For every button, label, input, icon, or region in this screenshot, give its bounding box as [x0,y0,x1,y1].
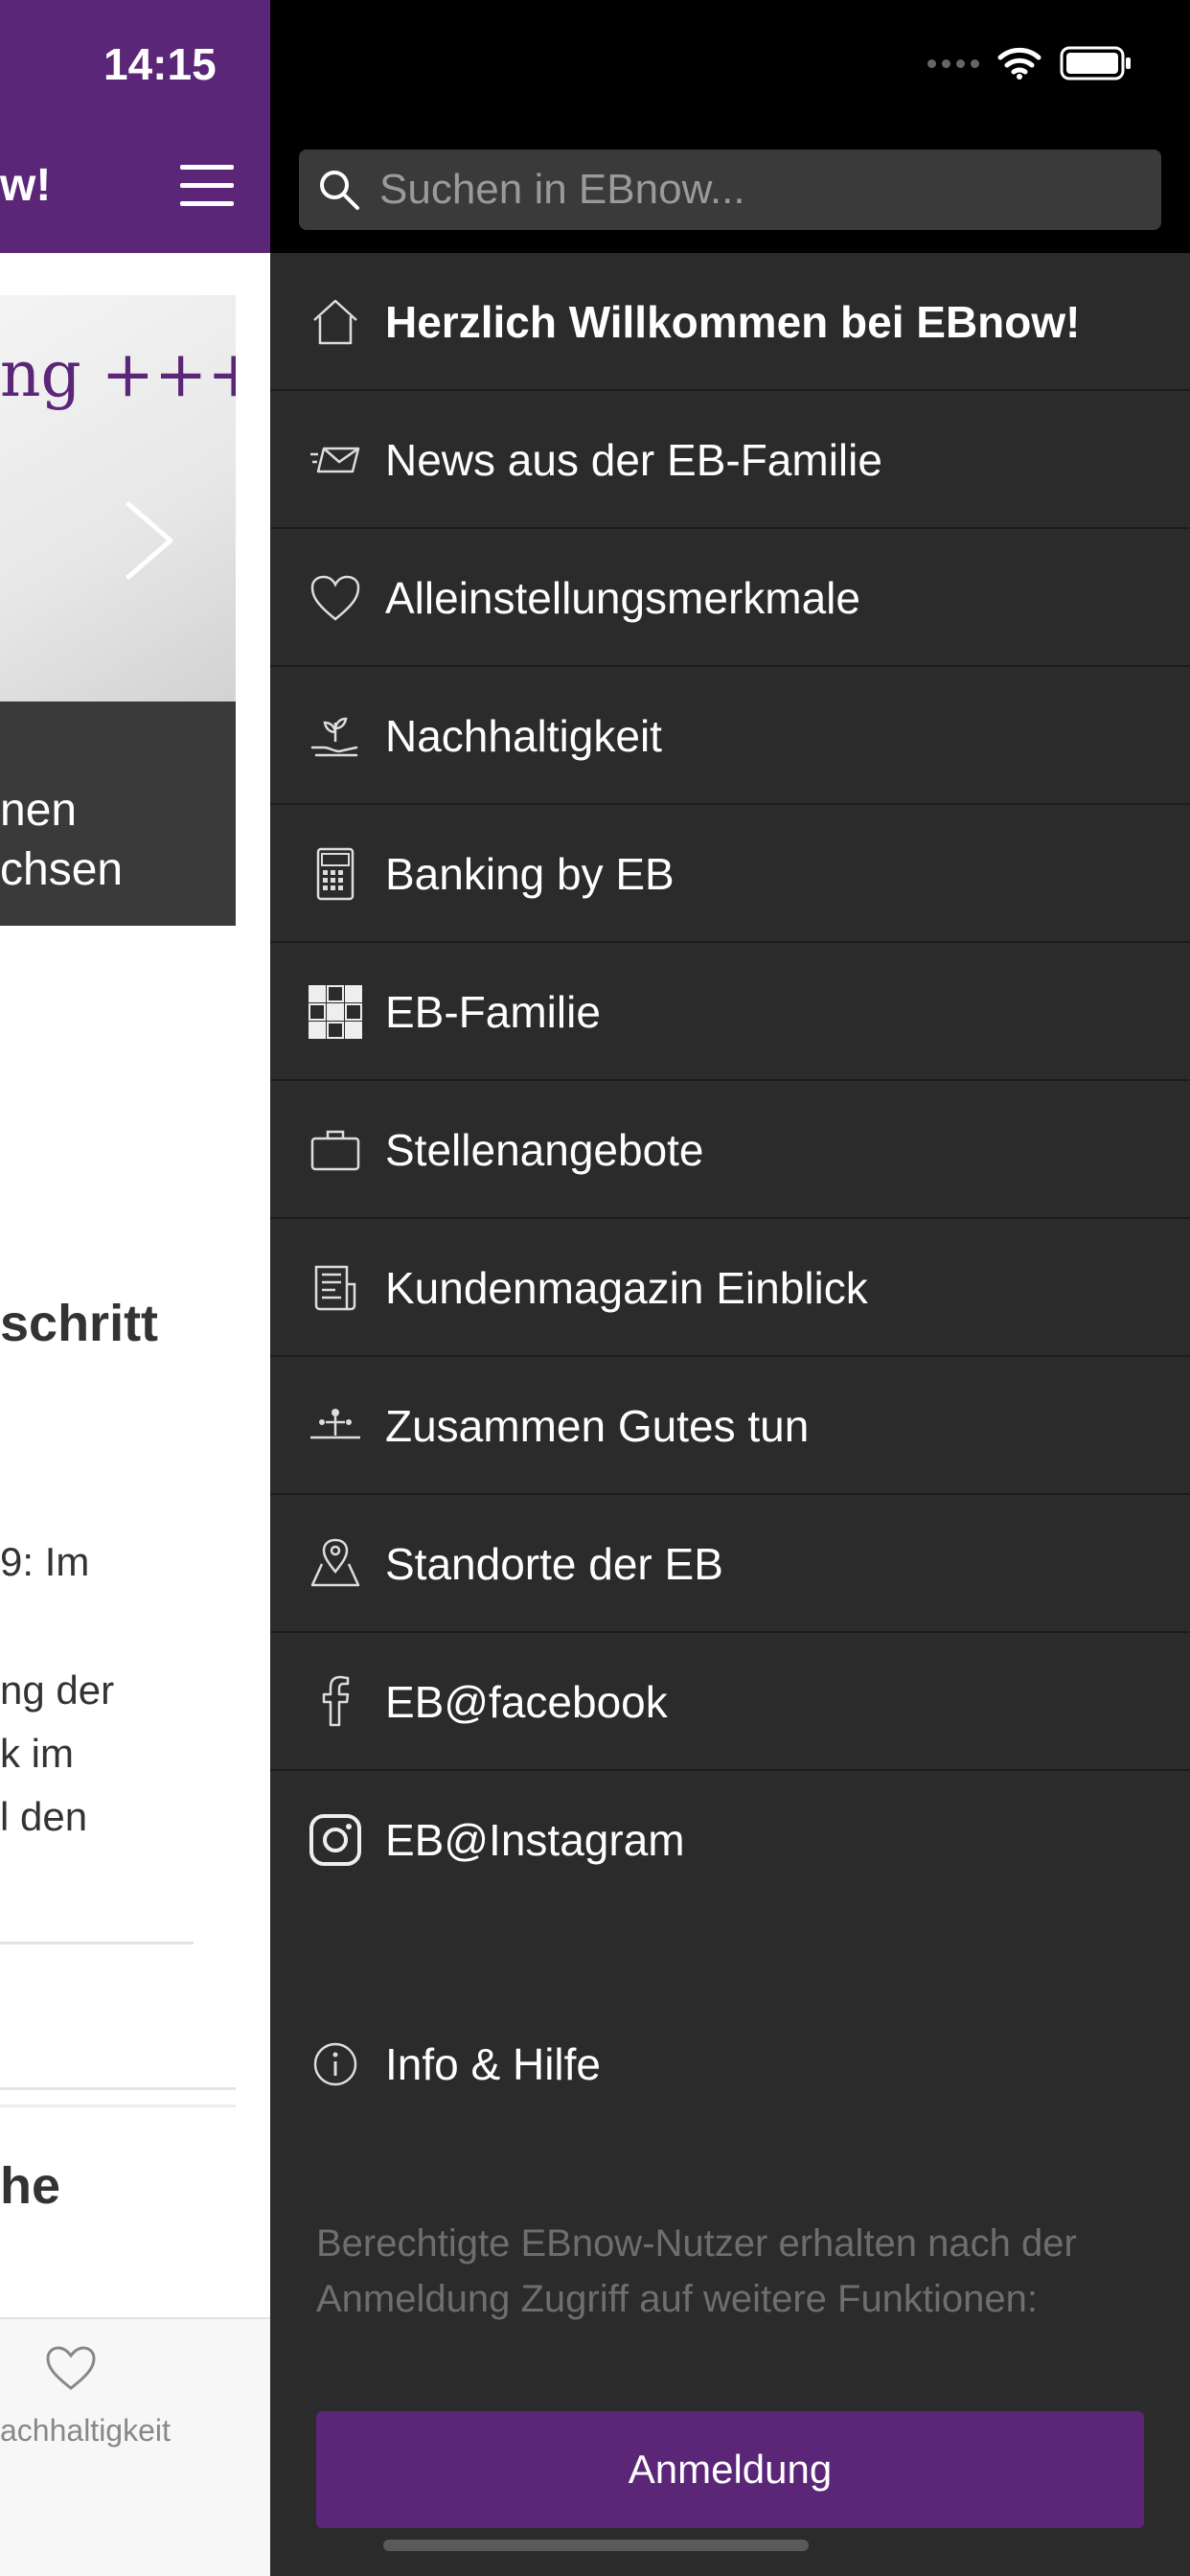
instagram-icon [309,1814,361,1866]
menu-item-kundenmagazin[interactable]: Kundenmagazin Einblick [270,1219,1190,1357]
search-box[interactable] [299,150,1161,230]
tab-label-nachhaltigkeit[interactable]: achhaltigkeit [0,2413,171,2449]
menu-item-eb-familie[interactable]: EB-Familie [270,943,1190,1081]
divider [0,2087,236,2090]
login-button[interactable]: Anmeldung [316,2411,1144,2528]
search-icon [320,171,359,210]
map-pin-icon [310,1538,360,1587]
news-banner[interactable]: ng +++ F [0,295,236,702]
status-time: 14:15 [103,39,217,89]
home-icon [313,299,357,345]
menu-item-stellenangebote[interactable]: Stellenangebote [270,1081,1190,1219]
divider [0,2104,236,2107]
menu-item-label: EB-Familie [385,987,601,1037]
menu-item-instagram[interactable]: EB@Instagram [270,1771,1190,1909]
plant-hand-icon [310,717,358,757]
article-text-line: l den [0,1794,88,1839]
briefcase-icon [310,1130,360,1171]
drawer-header [270,0,1190,253]
article-text-line: k im [0,1731,74,1776]
info-icon [313,2042,357,2086]
community-icon [310,1409,360,1439]
menu-item-zusammen-gutes-tun[interactable]: Zusammen Gutes tun [270,1357,1190,1495]
envelope-icon [310,447,360,473]
menu-item-info-hilfe[interactable]: Info & Hilfe [270,1995,1190,2133]
login-hint-text: Berechtigte EBnow-Nutzer erhalten nach d… [316,2222,1077,2320]
article-text-line: ng der [0,1668,115,1713]
menu-item-alleinstellung[interactable]: Alleinstellungsmerkmale [270,529,1190,667]
menu-item-label: Info & Hilfe [385,2039,601,2089]
menu-item-nachhaltigkeit[interactable]: Nachhaltigkeit [270,667,1190,805]
banner-caption-line: chsen [0,844,124,895]
heart-icon [310,575,360,621]
calculator-icon [316,847,355,901]
menu-item-label: Herzlich Willkommen bei EBnow! [385,297,1081,347]
status-icons [927,44,1133,82]
menu-item-standorte[interactable]: Standorte der EB [270,1495,1190,1633]
app-title-fragment: w! [0,160,52,211]
article-heading: schritt [0,1295,159,1352]
menu-item-label: Banking by EB [385,849,675,899]
magazine-icon [314,1265,356,1311]
article-text-line: 9: Im [0,1539,90,1584]
menu-item-label: News aus der EB-Familie [385,435,882,485]
chevron-right-icon[interactable] [123,500,176,581]
heart-icon[interactable] [44,2344,98,2392]
cellular-signal-icon [927,58,979,68]
menu-item-label: Stellenangebote [385,1125,704,1175]
wifi-icon [997,47,1041,80]
banner-text: ng +++ F [0,337,236,411]
hamburger-menu-icon[interactable] [180,165,234,207]
article-heading: he [0,2157,61,2215]
menu-item-label: Zusammen Gutes tun [385,1401,810,1451]
menu-item-label: Nachhaltigkeit [385,711,662,761]
menu-item-home[interactable]: Herzlich Willkommen bei EBnow! [270,253,1190,391]
battery-icon [1060,46,1131,80]
navigation-drawer: Herzlich Willkommen bei EBnow! News aus … [270,0,1190,2576]
menu-item-label: Alleinstellungsmerkmale [385,573,860,623]
menu-item-label: EB@Instagram [385,1815,685,1865]
home-indicator[interactable] [383,2540,809,2551]
search-input[interactable] [379,150,1146,230]
menu-item-banking[interactable]: Banking by EB [270,805,1190,943]
facebook-icon [322,1675,350,1727]
banner-caption-line: nen [0,785,78,836]
menu-item-label: EB@facebook [385,1677,668,1727]
menu-item-facebook[interactable]: EB@facebook [270,1633,1190,1771]
menu-item-label: Standorte der EB [385,1539,723,1589]
menu-item-label: Kundenmagazin Einblick [385,1263,868,1313]
divider [0,1942,194,1944]
checker-grid-icon [309,985,362,1039]
background-app-screen: 14:15 w! ng +++ F nen chsen schritt 9: I… [0,0,270,2576]
menu-item-news[interactable]: News aus der EB-Familie [270,391,1190,529]
